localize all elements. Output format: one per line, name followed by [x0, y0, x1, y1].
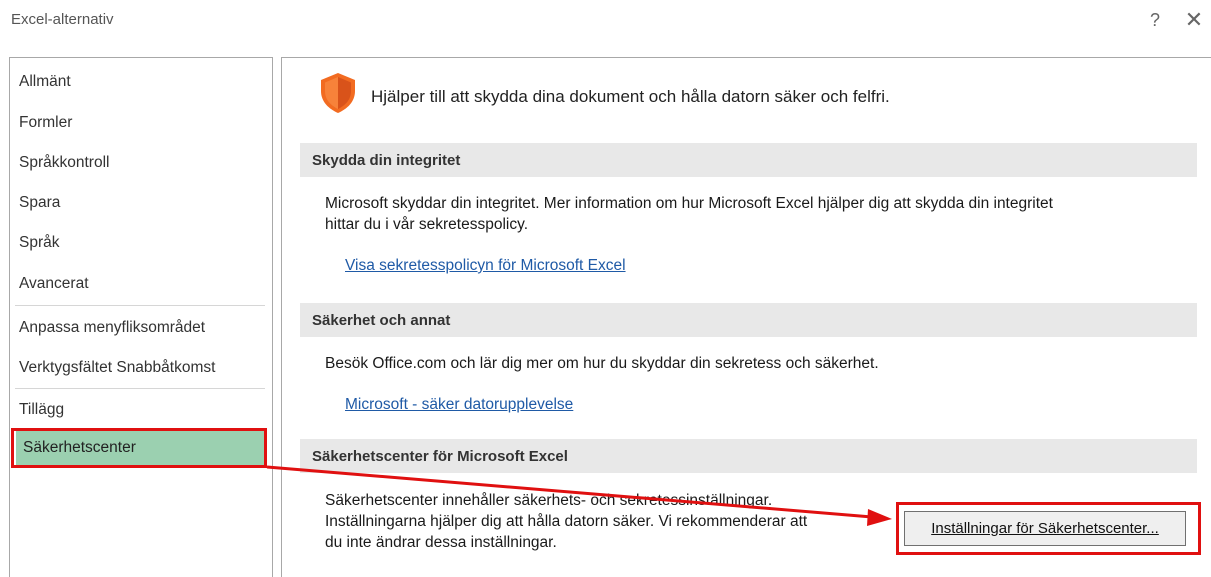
sidebar-item-tillagg[interactable]: Tillägg: [19, 401, 64, 419]
shield-icon: [321, 73, 355, 113]
help-icon[interactable]: ?: [1141, 6, 1169, 34]
sakerhetscenter-text-line2: Inställningarna hjälper dig att hålla da…: [325, 513, 808, 530]
sakerhetscenter-text-line1: Säkerhetscenter innehåller säkerhets- oc…: [325, 492, 773, 509]
integritet-text-line1: Microsoft skyddar din integritet. Mer in…: [325, 195, 1053, 212]
section-title: Skydda din integritet: [312, 152, 461, 169]
button-label: Inställningar för Säkerhetscenter...: [931, 520, 1159, 537]
title-bar: Excel-alternativ ? ✕: [0, 0, 1211, 42]
sidebar-item-avancerat[interactable]: Avancerat: [19, 275, 89, 293]
secure-computing-link[interactable]: Microsoft - säker datorupplevelse: [345, 396, 573, 414]
privacy-policy-link[interactable]: Visa sekretesspolicyn för Microsoft Exce…: [345, 257, 626, 275]
integritet-text-line2: hittar du i vår sekretesspolicy.: [325, 216, 529, 233]
sidebar-item-formler[interactable]: Formler: [19, 114, 72, 132]
section-header-sakerhetscenter: Säkerhetscenter för Microsoft Excel: [300, 439, 1197, 473]
section-header-integritet: Skydda din integritet: [300, 143, 1197, 177]
sakerhetscenter-text-line3: du inte ändrar dessa inställningar.: [325, 534, 557, 551]
intro-text: Hjälper till att skydda dina dokument oc…: [371, 87, 890, 106]
window-title: Excel-alternativ: [11, 11, 114, 28]
sidebar-item-anpassa-menyfliksomradet[interactable]: Anpassa menyfliksområdet: [19, 319, 205, 337]
sidebar-item-verktygsfaltet-snabbatkomst[interactable]: Verktygsfältet Snabbåtkomst: [19, 359, 215, 377]
sidebar-divider: [15, 388, 265, 389]
sidebar-item-label: Säkerhetscenter: [23, 439, 136, 456]
close-icon[interactable]: ✕: [1180, 6, 1208, 34]
options-sidebar: Allmänt Formler Språkkontroll Spara Språ…: [9, 57, 273, 577]
sidebar-item-spara[interactable]: Spara: [19, 194, 60, 212]
sidebar-item-sprak[interactable]: Språk: [19, 234, 60, 252]
sidebar-item-sakerhetscenter[interactable]: Säkerhetscenter: [16, 431, 264, 466]
sidebar-divider: [15, 305, 265, 306]
section-header-sakerhet: Säkerhet och annat: [300, 303, 1197, 337]
section-title: Säkerhet och annat: [312, 312, 451, 329]
sidebar-item-sprakkontroll[interactable]: Språkkontroll: [19, 154, 109, 172]
sakerhet-text: Besök Office.com och lär dig mer om hur …: [325, 355, 879, 372]
sidebar-item-allmant[interactable]: Allmänt: [19, 73, 71, 91]
section-title: Säkerhetscenter för Microsoft Excel: [312, 448, 568, 465]
trust-center-settings-button[interactable]: Inställningar för Säkerhetscenter...: [904, 511, 1186, 546]
